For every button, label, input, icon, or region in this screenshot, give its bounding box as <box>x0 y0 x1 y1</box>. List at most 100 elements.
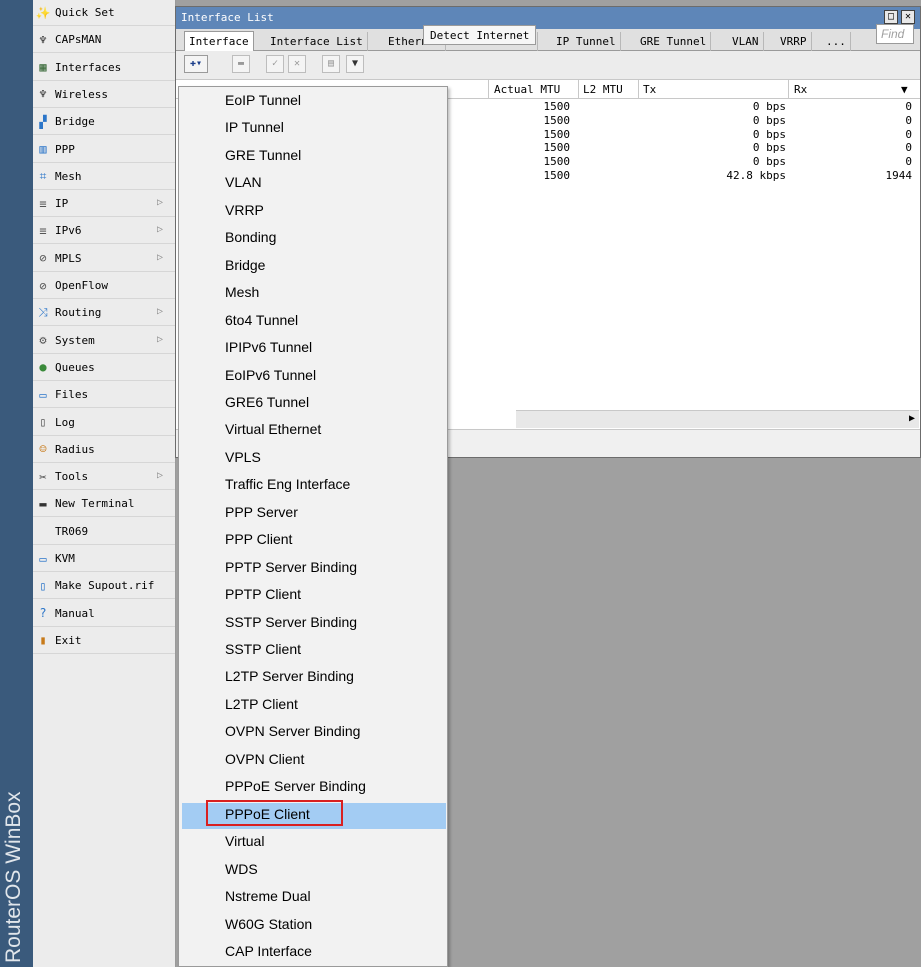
menu-item[interactable]: ⊘ MPLS ▷ <box>33 246 175 272</box>
menu-item[interactable]: ≡ IP ▷ <box>33 191 175 218</box>
menu-item[interactable]: ▬ New Terminal <box>33 491 175 518</box>
dropdown-item[interactable]: OVPN Client <box>182 748 446 774</box>
menu-item[interactable]: ▯ Log <box>33 410 175 436</box>
dropdown-item[interactable]: GRE Tunnel <box>182 144 446 170</box>
dropdown-item[interactable]: W60G Station <box>182 913 446 939</box>
ip-icon: ≡ <box>39 196 47 211</box>
menu-item-label: Log <box>55 415 75 429</box>
dropdown-item[interactable]: Virtual Ethernet <box>182 418 446 444</box>
disable-icon[interactable]: ✕ <box>288 55 306 73</box>
dropdown-item[interactable]: L2TP Server Binding <box>182 665 446 691</box>
add-icon[interactable]: ✚▾ <box>184 55 208 73</box>
menu-item[interactable]: ♆ CAPsMAN <box>33 27 175 54</box>
menu-item[interactable]: ▦ Interfaces <box>33 55 175 81</box>
menu-item[interactable]: ▞ Bridge <box>33 109 175 136</box>
menu-item[interactable]: ▯ Make Supout.rif <box>33 573 175 600</box>
menu-item[interactable]: TR069 <box>33 519 175 545</box>
dropdown-item[interactable]: PPP Client <box>182 528 446 554</box>
submenu-arrow-icon: ▷ <box>156 333 163 345</box>
menu-item-label: Bridge <box>55 115 95 129</box>
dropdown-item[interactable]: 6to4 Tunnel <box>182 309 446 335</box>
dropdown-item[interactable]: PPP Server <box>182 501 446 527</box>
dropdown-item[interactable]: SSTP Client <box>182 638 446 664</box>
tab-item[interactable]: IP Tunnel <box>552 32 621 51</box>
dropdown-item[interactable]: PPTP Server Binding <box>182 556 446 582</box>
menu-item[interactable]: ▮ Exit <box>33 628 175 654</box>
dropdown-item[interactable]: VLAN <box>182 171 446 197</box>
menu-item-label: PPP <box>55 142 75 156</box>
tab-item[interactable]: Interface List <box>266 32 368 51</box>
menu-item[interactable]: ⤨ Routing ▷ <box>33 300 175 327</box>
dropdown-item[interactable]: Mesh <box>182 281 446 307</box>
menu-item[interactable]: ? Manual <box>33 601 175 627</box>
dropdown-item[interactable]: GRE6 Tunnel <box>182 391 446 417</box>
scroll-right-icon[interactable]: ▶ <box>909 413 915 424</box>
dropdown-item[interactable]: IP Tunnel <box>182 116 446 142</box>
dropdown-item[interactable]: WDS <box>182 858 446 884</box>
cell-actual-mtu: 1500 <box>543 100 571 113</box>
menu-item[interactable]: ● Queues <box>33 355 175 381</box>
filter-icon[interactable]: ▼ <box>346 55 364 73</box>
dropdown-item[interactable]: VPLS <box>182 446 446 472</box>
menu-item[interactable]: ▭ KVM <box>33 546 175 572</box>
menu-item[interactable]: ▥ PPP <box>33 137 175 163</box>
menu-item[interactable]: ⊘ OpenFlow <box>33 273 175 299</box>
dropdown-item[interactable]: SSTP Server Binding <box>182 611 446 637</box>
menu-item[interactable]: ▭ Files <box>33 382 175 409</box>
horizontal-scrollbar[interactable]: ▶ <box>516 410 919 428</box>
column-l2-mtu[interactable]: L2 MTU <box>583 83 623 96</box>
menu-item[interactable]: ⌗ Mesh <box>33 164 175 190</box>
dropdown-item[interactable]: Bridge <box>182 254 446 280</box>
brand-strip: RouterOS WinBox <box>0 0 33 967</box>
tab-item[interactable]: ... <box>822 32 851 51</box>
dropdown-item[interactable]: OVPN Server Binding <box>182 720 446 746</box>
detect-internet-button[interactable]: Detect Internet <box>423 25 537 45</box>
column-actual-mtu[interactable]: Actual MTU <box>494 83 560 96</box>
tab-item[interactable]: GRE Tunnel <box>636 32 712 51</box>
dropdown-item[interactable]: CAP Interface <box>182 940 446 966</box>
dropdown-item[interactable]: VRRP <box>182 199 446 225</box>
dropdown-item[interactable]: Traffic Eng Interface <box>182 473 446 499</box>
find-input[interactable]: Find <box>876 24 914 44</box>
dropdown-item[interactable]: EoIPv6 Tunnel <box>182 364 446 390</box>
maximize-icon[interactable]: □ <box>884 10 898 24</box>
tab-item[interactable]: VLAN <box>728 32 764 51</box>
dropdown-item[interactable]: Virtual <box>182 830 446 856</box>
column-chooser-icon[interactable]: ▼ <box>901 83 908 96</box>
tab-item[interactable]: Interface <box>184 31 254 51</box>
dropdown-item[interactable]: EoIP Tunnel <box>182 89 446 115</box>
enable-icon[interactable]: ✓ <box>266 55 284 73</box>
cell-actual-mtu: 1500 <box>543 155 571 169</box>
window-titlebar[interactable]: Interface List □ ✕ <box>176 7 920 29</box>
menu-item-label: Radius <box>55 442 95 456</box>
column-rx[interactable]: Rx <box>794 83 807 96</box>
menu-item-label: MPLS <box>55 251 82 265</box>
menu-item-label: Make Supout.rif <box>55 579 155 593</box>
menu-item[interactable]: ≡ IPv6 ▷ <box>33 218 175 245</box>
menu-item[interactable]: ☺ Radius <box>33 437 175 463</box>
dropdown-item[interactable]: PPPoE Server Binding <box>182 775 446 801</box>
menu-item[interactable]: ✨ Quick Set <box>33 0 175 26</box>
dropdown-item[interactable]: PPPoE Client <box>182 802 446 829</box>
submenu-arrow-icon: ▷ <box>156 197 163 209</box>
add-interface-menu: EoIP Tunnel IP Tunnel GRE Tunnel VLAN VRRP Bo… <box>178 86 448 967</box>
column-tx[interactable]: Tx <box>643 83 656 96</box>
cell-rx: 0 <box>905 113 912 127</box>
openflow-icon: ⊘ <box>39 278 47 293</box>
mesh-icon: ⌗ <box>39 168 47 183</box>
menu-item[interactable]: ♆ Wireless <box>33 82 175 108</box>
dropdown-item[interactable]: Nstreme Dual <box>182 885 446 911</box>
dropdown-item[interactable]: PPTP Client <box>182 583 446 609</box>
comment-icon[interactable]: ▤ <box>322 55 340 73</box>
antenna-icon: ♆ <box>39 87 47 102</box>
menu-item[interactable]: ✂ Tools ▷ <box>33 464 175 491</box>
dropdown-item[interactable]: L2TP Client <box>182 693 446 719</box>
tab-item[interactable]: VRRP <box>776 32 812 51</box>
close-icon[interactable]: ✕ <box>901 10 915 24</box>
menu-item[interactable]: ⚙ System ▷ <box>33 328 175 354</box>
remove-icon[interactable]: ▬ <box>232 55 250 73</box>
cell-tx: 0 bps <box>752 155 786 169</box>
dropdown-item[interactable]: IPIPv6 Tunnel <box>182 336 446 362</box>
cell-rx: 1944 <box>885 169 913 182</box>
dropdown-item[interactable]: Bonding <box>182 226 446 252</box>
